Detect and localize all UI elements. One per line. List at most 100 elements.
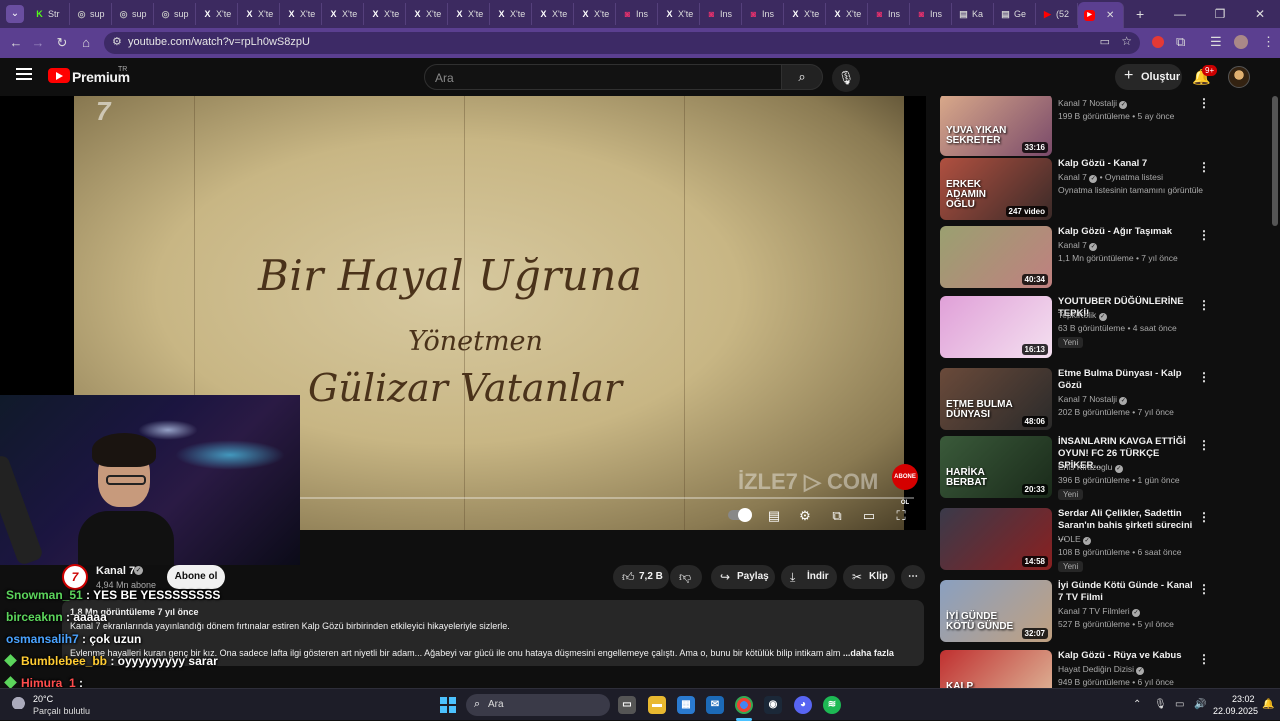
discord-icon[interactable]: ◕ <box>794 696 812 714</box>
browser-tab[interactable]: X X'te <box>574 3 616 25</box>
create-button[interactable]: Oluştur <box>1115 63 1182 90</box>
browser-tab[interactable]: X X'te <box>826 3 868 25</box>
video-title[interactable]: Kalp Gözü - Kanal 7 <box>1058 158 1198 170</box>
video-channel[interactable]: Kanal 7 ✓ • Oynatma listesi <box>1058 172 1163 183</box>
video-channel[interactable]: Kanal 7 Nostalji ✓ <box>1058 394 1128 405</box>
more-vertical-icon[interactable]: ⋮ <box>1198 228 1210 242</box>
tray-mic-icon[interactable]: 🎙 <box>1154 699 1167 710</box>
notification-center-icon[interactable]: 🔔 <box>1262 699 1274 710</box>
restore-icon[interactable]: ❐ <box>1200 0 1240 28</box>
video-thumbnail[interactable]: ETME BULMA DÜNYASI 48:06 <box>940 368 1052 430</box>
video-channel[interactable]: Kanal 7 Nostalji ✓ <box>1058 98 1128 109</box>
video-channel[interactable]: Kanal 7 TV Filmleri ✓ <box>1058 606 1141 617</box>
video-channel[interactable]: Hayat Dediğin Dizisi ✓ <box>1058 664 1145 675</box>
settings-gear-icon[interactable]: ⚙ <box>795 508 815 524</box>
weather-description[interactable]: Parçalı bulutlu <box>33 706 90 716</box>
dislike-button[interactable]: 👎︎ <box>670 565 702 589</box>
video-channel[interactable]: Kanal 7 ✓ <box>1058 240 1098 251</box>
recommended-video-item[interactable]: ETME BULMA DÜNYASI 48:06 Etme Bulma Dünyas… <box>940 368 1270 432</box>
clip-button[interactable]: ✂ Klip <box>843 565 895 589</box>
browser-tab[interactable]: X X'te <box>364 3 406 25</box>
steam-icon[interactable]: ◉ <box>764 696 782 714</box>
video-thumbnail[interactable]: ERKEK ADAMIN OĞLU 247 video <box>940 158 1052 220</box>
browser-tab[interactable]: ◙ Ins <box>868 3 910 25</box>
more-vertical-icon[interactable]: ⋮ <box>1198 582 1210 596</box>
video-channel[interactable]: VOLE ✓ <box>1058 534 1092 545</box>
recommended-video-item[interactable]: ERKEK ADAMIN OĞLU 247 video Kalp Gözü - Ka… <box>940 158 1270 222</box>
voice-search-button[interactable]: 🎙 <box>832 64 860 92</box>
like-button[interactable]: 👍︎ 7,2 B <box>613 565 669 589</box>
search-input[interactable]: Ara <box>424 64 782 90</box>
browser-tab[interactable]: ◙ Ins <box>742 3 784 25</box>
video-thumbnail[interactable]: 40:34 <box>940 226 1052 288</box>
reload-icon[interactable]: ↻ <box>52 33 72 53</box>
extensions-puzzle-icon[interactable]: ⧉ <box>1176 34 1185 50</box>
tab-search-icon[interactable]: ⌄ <box>6 5 24 23</box>
video-channel[interactable]: TepkiKolik ✓ <box>1058 310 1107 321</box>
page-scrollbar[interactable] <box>1272 96 1278 226</box>
recommended-video-item[interactable]: İYİ GÜNDE KÖTÜ GÜNDE 32:07 İyi Günde Kötü … <box>940 580 1270 644</box>
more-vertical-icon[interactable]: ⋮ <box>1198 652 1210 666</box>
video-thumbnail[interactable]: HARİKA BERBAT 20:33 <box>940 436 1052 498</box>
more-actions-button[interactable]: ⋯ <box>901 565 925 589</box>
spotify-icon[interactable]: ≋ <box>823 696 841 714</box>
browser-tab[interactable]: X X'te <box>784 3 826 25</box>
tray-overflow-icon[interactable]: ⌃ <box>1133 699 1141 710</box>
menu-icon[interactable] <box>16 68 32 80</box>
more-vertical-icon[interactable]: ⋮ <box>1198 438 1210 452</box>
fullscreen-icon[interactable]: ⛶ <box>891 508 911 524</box>
miniplayer-icon[interactable]: ⧉ <box>827 508 847 524</box>
browser-tab[interactable]: ◎ sup <box>154 3 196 25</box>
site-info-icon[interactable]: ⚙ <box>112 35 122 48</box>
tray-network-icon[interactable]: ▭ <box>1175 699 1184 710</box>
install-app-icon[interactable]: ▭ <box>1100 35 1110 48</box>
progress-bar[interactable] <box>300 497 914 499</box>
browser-tab[interactable]: X X'te <box>406 3 448 25</box>
share-button[interactable]: ↪ Paylaş <box>711 565 775 589</box>
video-channel[interactable]: Enis Kirazoglu ✓ <box>1058 462 1123 473</box>
subtitles-icon[interactable]: ▤ <box>764 508 784 524</box>
browser-tab[interactable]: ▤ Ge <box>994 3 1036 25</box>
chrome-icon[interactable] <box>735 696 753 714</box>
reading-list-icon[interactable]: ☰ <box>1210 34 1222 50</box>
video-title[interactable]: Etme Bulma Dünyası - Kalp Gözü <box>1058 368 1198 392</box>
extension-red-icon[interactable] <box>1152 36 1164 48</box>
video-title[interactable]: Kalp Gözü - Rüya ve Kabus <box>1058 650 1198 662</box>
browser-menu-icon[interactable]: ⋮ <box>1262 34 1275 50</box>
subscribe-button[interactable]: Abone ol <box>167 565 225 589</box>
home-icon[interactable]: ⌂ <box>76 33 96 53</box>
recommended-video-item[interactable]: YUVA YIKAN SEKRETER 33:16 Kanal 7 Nostalji… <box>940 96 1270 158</box>
forward-icon[interactable]: → <box>28 33 48 53</box>
back-icon[interactable]: ← <box>6 33 26 53</box>
clock-date[interactable]: 22.09.2025 <box>1213 706 1258 716</box>
tray-volume-icon[interactable]: 🔊 <box>1194 699 1206 710</box>
browser-tab[interactable]: X X'te <box>658 3 700 25</box>
minimize-icon[interactable]: — <box>1160 0 1200 28</box>
browser-tab[interactable]: X X'te <box>238 3 280 25</box>
new-tab-button[interactable]: + <box>1136 6 1144 22</box>
browser-tab[interactable]: X X'te <box>322 3 364 25</box>
close-window-icon[interactable]: ✕ <box>1240 0 1280 28</box>
more-vertical-icon[interactable]: ⋮ <box>1198 298 1210 312</box>
show-more-link[interactable]: ...daha fazla <box>840 648 894 658</box>
download-button[interactable]: ⤓ İndir <box>781 565 837 589</box>
recommended-video-item[interactable]: 16:13 YOUTUBER DÜĞÜNLERİNE TEPKİ! TepkiKol… <box>940 296 1270 360</box>
weather-temperature[interactable]: 20°C <box>33 694 53 704</box>
browser-tab[interactable]: ◙ Ins <box>910 3 952 25</box>
browser-tab[interactable]: X X'te <box>280 3 322 25</box>
browser-tab[interactable]: K Str <box>28 3 70 25</box>
profile-avatar[interactable] <box>1234 35 1248 49</box>
browser-tab[interactable]: ▶ (52 <box>1036 3 1078 25</box>
video-thumbnail[interactable]: 14:58 <box>940 508 1052 570</box>
recommended-video-item[interactable]: HARİKA BERBAT 20:33 İNSANLARIN KAVGA ETTİĞ… <box>940 436 1270 500</box>
browser-tab[interactable]: ◙ Ins <box>616 3 658 25</box>
recommended-video-item[interactable]: 14:58 Serdar Ali Çelikler, Sadettin Saran… <box>940 508 1270 572</box>
browser-tab[interactable]: X X'te <box>490 3 532 25</box>
browser-tab[interactable]: X X'te <box>196 3 238 25</box>
video-thumbnail[interactable]: 16:13 <box>940 296 1052 358</box>
task-view-icon[interactable]: ▭ <box>618 696 636 714</box>
video-title[interactable]: İyi Günde Kötü Günde - Kanal 7 TV Filmi <box>1058 580 1198 604</box>
browser-tab[interactable]: X X'te <box>448 3 490 25</box>
file-explorer-icon[interactable]: ▬ <box>648 696 666 714</box>
windows-start-icon[interactable] <box>440 697 456 713</box>
